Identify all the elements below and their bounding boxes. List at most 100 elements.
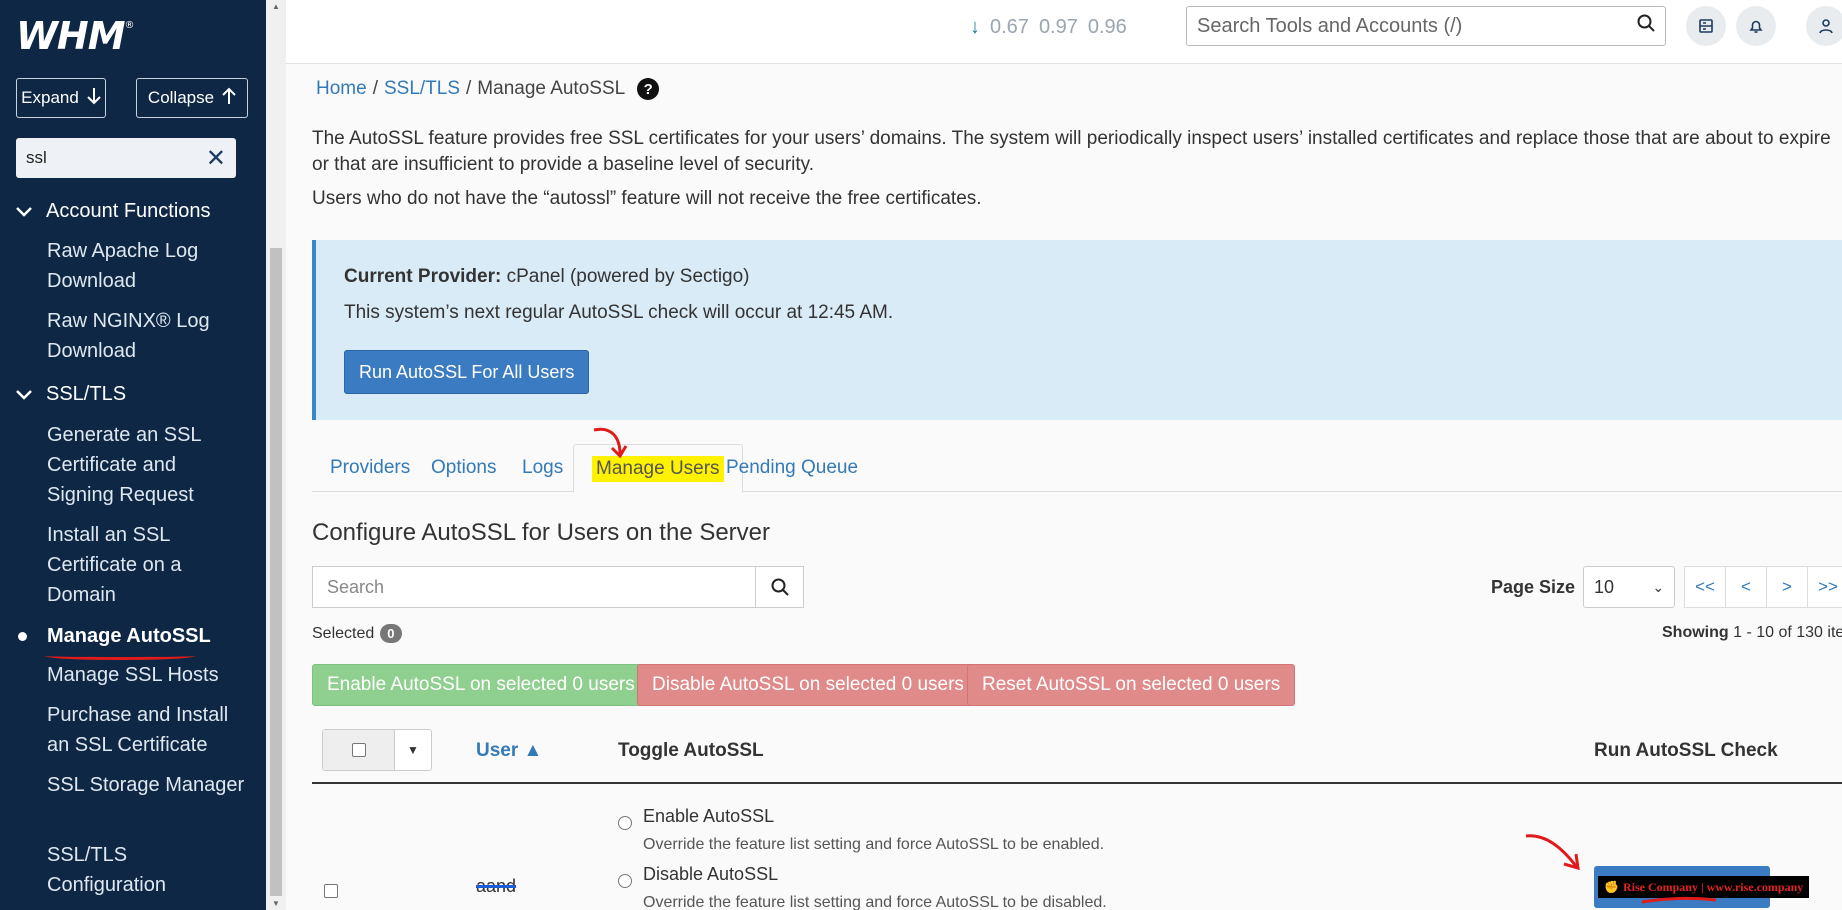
breadcrumb-home[interactable]: Home bbox=[316, 78, 367, 100]
table-header-rule bbox=[312, 782, 1842, 784]
column-run-check: Run AutoSSL Check bbox=[1594, 740, 1778, 761]
select-all-control: ▼ bbox=[322, 729, 432, 771]
page-title: Manage AutoSSL bbox=[477, 78, 626, 99]
tab-options[interactable]: Options bbox=[413, 444, 514, 492]
sidebar-search-input[interactable]: ssl ✕ bbox=[16, 138, 236, 178]
caret-down-icon[interactable]: ▼ bbox=[395, 730, 431, 770]
sidebar-search-value: ssl bbox=[26, 148, 47, 167]
showing-prefix: Showing bbox=[1662, 624, 1729, 641]
disable-autossl-desc: Override the feature list setting and fo… bbox=[643, 894, 1107, 910]
annotation-underline bbox=[45, 652, 195, 660]
section-ssl-tls[interactable]: SSL/TLS bbox=[14, 383, 126, 406]
sidebar-item-manage-autossl[interactable]: Manage AutoSSL bbox=[47, 621, 247, 651]
sidebar-item-ssl-storage[interactable]: SSL Storage Manager bbox=[47, 770, 247, 800]
user-search-placeholder: Search bbox=[327, 576, 385, 597]
scroll-down-icon[interactable]: ▼ bbox=[272, 899, 280, 908]
watermark-badge: ✊ Rise Company | www.rise.company bbox=[1598, 876, 1810, 898]
pager-prev[interactable]: < bbox=[1725, 566, 1767, 608]
sidebar-item-raw-apache-log[interactable]: Raw Apache Log Download bbox=[47, 236, 247, 296]
sidebar-item-manage-ssl-hosts[interactable]: Manage SSL Hosts bbox=[47, 660, 247, 690]
sidebar-item-generate-csr[interactable]: Generate an SSL Certificate and Signing … bbox=[47, 420, 247, 510]
tab-logs[interactable]: Logs bbox=[504, 444, 581, 492]
top-search-input[interactable]: Search Tools and Accounts (/) bbox=[1186, 6, 1666, 46]
load-averages: ↓ 0.67 0.97 0.96 bbox=[970, 16, 1127, 39]
enable-autossl-radio[interactable] bbox=[618, 816, 632, 830]
provider-label: Current Provider: bbox=[344, 266, 502, 287]
page-size-select[interactable]: 10 ⌄ bbox=[1583, 566, 1676, 608]
annotation-arrow-run bbox=[1525, 834, 1580, 871]
pager-first[interactable]: << bbox=[1684, 566, 1726, 608]
tab-providers[interactable]: Providers bbox=[312, 444, 428, 492]
disable-autossl-radio[interactable] bbox=[618, 874, 632, 888]
pager-last[interactable]: >> bbox=[1807, 566, 1842, 608]
load-15: 0.96 bbox=[1087, 16, 1127, 38]
load-5: 0.97 bbox=[1038, 16, 1078, 38]
bell-icon[interactable] bbox=[1736, 6, 1776, 46]
feature-note: Users who do not have the “autossl” feat… bbox=[312, 188, 982, 209]
help-icon[interactable]: ? bbox=[637, 78, 660, 100]
search-icon[interactable] bbox=[755, 567, 803, 607]
feature-description: The AutoSSL feature provides free SSL ce… bbox=[312, 128, 1831, 175]
enable-selected-button[interactable]: Enable AutoSSL on selected 0 users bbox=[312, 664, 650, 706]
arrow-down-icon: ↓ bbox=[970, 16, 980, 38]
load-1: 0.67 bbox=[990, 16, 1029, 38]
sidebar-item-purchase-ssl[interactable]: Purchase and Install an SSL Certificate bbox=[47, 700, 247, 760]
select-all-checkbox-area[interactable] bbox=[323, 730, 395, 770]
server-icon[interactable] bbox=[1686, 6, 1726, 46]
whm-logo[interactable]: WHM® bbox=[16, 14, 135, 58]
breadcrumb: Home / SSL/TLS / Manage AutoSSL ? bbox=[316, 78, 660, 100]
reset-selected-button[interactable]: Reset AutoSSL on selected 0 users bbox=[967, 664, 1296, 706]
fist-icon: ✊ bbox=[1604, 879, 1619, 894]
breadcrumb-separator: / bbox=[466, 78, 472, 99]
breadcrumb-ssl-tls[interactable]: SSL/TLS bbox=[384, 78, 460, 100]
sidebar: WHM® Expand Collapse ssl ✕ Account Funct… bbox=[0, 0, 266, 910]
scrollbar-thumb[interactable] bbox=[270, 248, 282, 896]
page-size-label: Page Size bbox=[1491, 576, 1576, 597]
arrow-up-icon bbox=[222, 87, 236, 110]
select-all-checkbox[interactable] bbox=[351, 743, 366, 757]
section-account-functions[interactable]: Account Functions bbox=[14, 200, 211, 223]
run-autossl-all-button[interactable]: Run AutoSSL For All Users bbox=[344, 350, 590, 394]
enable-autossl-desc: Override the feature list setting and fo… bbox=[643, 836, 1105, 853]
top-bar: ↓ 0.67 0.97 0.96 Search Tools and Accoun… bbox=[286, 0, 1842, 64]
disable-selected-button[interactable]: Disable AutoSSL on selected 0 users bbox=[637, 664, 979, 706]
disable-autossl-label[interactable]: Disable AutoSSL bbox=[643, 864, 778, 885]
next-check-text: This system’s next regular AutoSSL check… bbox=[344, 302, 894, 323]
current-provider: Current Provider: cPanel (powered by Sec… bbox=[344, 266, 750, 288]
user-icon[interactable] bbox=[1806, 6, 1842, 46]
row-username: aand bbox=[476, 876, 517, 896]
user-search-input[interactable]: Search bbox=[312, 566, 804, 608]
sidebar-item-raw-nginx-log[interactable]: Raw NGINX® Log Download bbox=[47, 306, 247, 366]
showing-range: 1 - 10 of 130 ite bbox=[1733, 624, 1842, 641]
expand-button[interactable]: Expand bbox=[16, 78, 106, 118]
search-icon[interactable] bbox=[1637, 14, 1655, 38]
tab-bar: Providers Options Logs Manage Users Pend… bbox=[312, 444, 1842, 493]
enable-autossl-label[interactable]: Enable AutoSSL bbox=[643, 806, 774, 827]
chevron-down-icon bbox=[14, 201, 34, 222]
chevron-down-icon bbox=[14, 384, 34, 405]
provider-panel: Current Provider: cPanel (powered by Sec… bbox=[312, 240, 1842, 420]
selected-badge: 0 bbox=[380, 624, 402, 643]
section-title: SSL/TLS bbox=[46, 383, 127, 405]
collapse-label: Collapse bbox=[147, 88, 215, 107]
selected-count: Selected 0 bbox=[312, 624, 402, 643]
pager-next[interactable]: > bbox=[1766, 566, 1808, 608]
breadcrumb-separator: / bbox=[372, 78, 378, 99]
page-size-value: 10 bbox=[1594, 576, 1615, 597]
expand-label: Expand bbox=[21, 88, 79, 107]
tab-pending-queue[interactable]: Pending Queue bbox=[708, 444, 876, 492]
selected-label: Selected bbox=[312, 624, 375, 642]
collapse-button[interactable]: Collapse bbox=[136, 78, 248, 118]
active-indicator bbox=[18, 632, 27, 641]
sidebar-item-ssl-tls-config[interactable]: SSL/TLS Configuration bbox=[47, 840, 247, 900]
watermark-text: Rise Company | www.rise.company bbox=[1622, 879, 1804, 894]
showing-text: Showing 1 - 10 of 130 ite bbox=[1662, 624, 1842, 642]
sidebar-item-install-ssl[interactable]: Install an SSL Certificate on a Domain bbox=[47, 520, 247, 610]
scroll-up-icon[interactable]: ▲ bbox=[272, 2, 280, 11]
row-checkbox[interactable] bbox=[324, 884, 338, 898]
close-icon[interactable]: ✕ bbox=[206, 144, 226, 173]
arrow-down-icon bbox=[87, 87, 101, 110]
column-user-sort[interactable]: User ▲ bbox=[476, 740, 542, 762]
tab-label: Manage Users bbox=[592, 455, 724, 482]
sidebar-scrollbar[interactable]: ▲ ▼ bbox=[266, 0, 286, 910]
